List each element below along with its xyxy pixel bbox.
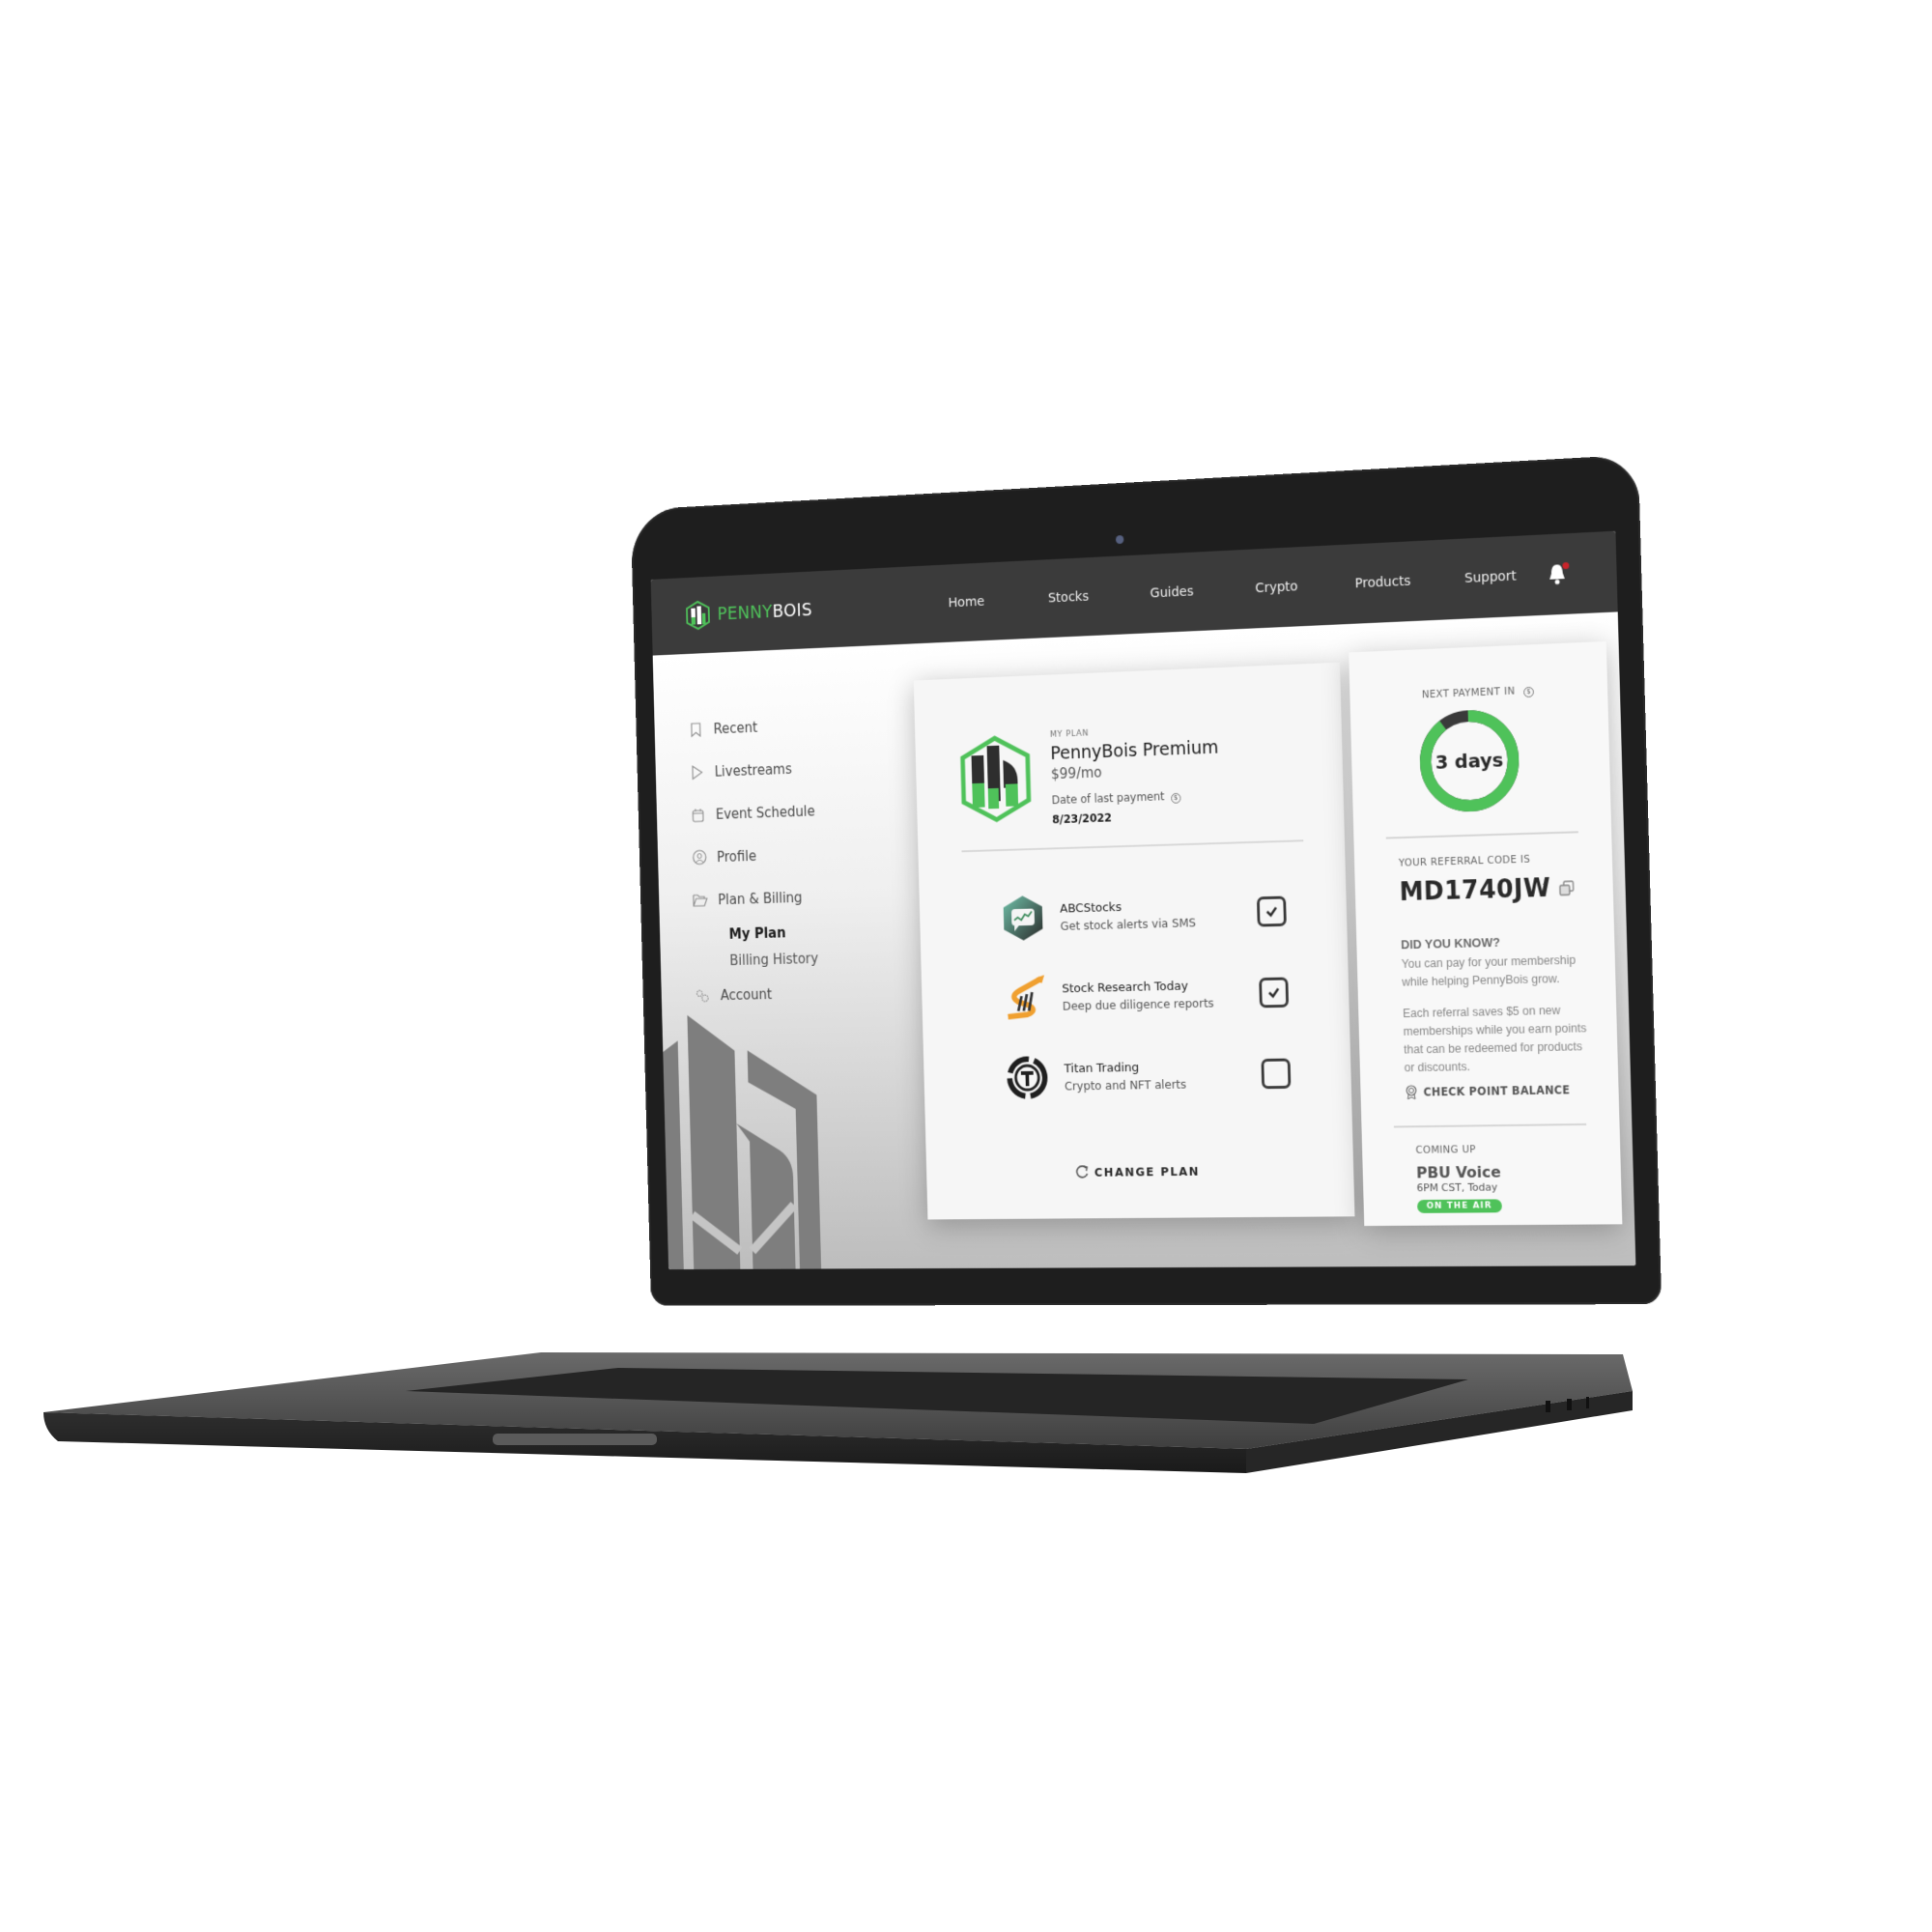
pennybois-plan-logo-icon xyxy=(958,731,1033,827)
addon-item-titan-trading: Titan Trading Crypto and NFT alerts xyxy=(1004,1033,1292,1118)
titan-trading-logo-icon xyxy=(1004,1053,1051,1102)
change-plan-button[interactable]: CHANGE PLAN xyxy=(926,1161,1353,1180)
last-payment-label: Date of last payment $ xyxy=(1052,788,1220,809)
main-content: Recent Livestreams Event Schedule Profil… xyxy=(652,611,1636,1270)
laptop-base xyxy=(43,1352,1633,1473)
folder-open-icon xyxy=(693,892,708,908)
divider xyxy=(1393,1122,1587,1128)
calendar-icon xyxy=(691,807,706,823)
referral-code-row: MD1740JW xyxy=(1399,873,1584,907)
copy-icon[interactable] xyxy=(1558,879,1576,896)
notification-badge xyxy=(1562,561,1570,570)
sidebar-item-label: Event Schedule xyxy=(715,802,815,823)
divider xyxy=(1385,831,1578,839)
brand-name-part1: PENNY xyxy=(717,601,773,625)
sidebar-item-label: Livestreams xyxy=(714,760,793,780)
sidebar-item-profile[interactable]: Profile xyxy=(691,830,879,879)
play-icon xyxy=(689,763,704,780)
sidebar-item-label: Account xyxy=(720,985,773,1004)
event-title: PBU Voice xyxy=(1415,1162,1501,1182)
event-time: 6PM CST, Today xyxy=(1416,1180,1498,1195)
addon-description: Get stock alerts via SMS xyxy=(1060,915,1197,933)
plan-price: $99/mo xyxy=(1050,763,1102,783)
nav-link-products[interactable]: Products xyxy=(1329,573,1436,593)
did-you-know-title: DID YOU KNOW? xyxy=(1400,934,1501,952)
brand-name-part2: BOIS xyxy=(772,599,813,622)
bookmark-icon xyxy=(688,721,703,738)
webcam xyxy=(1115,535,1124,545)
addon-list: ABCStocks Get stock alerts via SMS Stock… xyxy=(999,870,1292,1118)
addon-name: ABCStocks xyxy=(1059,899,1122,916)
addon-text: ABCStocks Get stock alerts via SMS xyxy=(1059,896,1258,933)
checkmark-icon xyxy=(1265,906,1278,918)
last-payment-date: 8/23/2022 xyxy=(1052,810,1113,827)
days-remaining: 3 days xyxy=(1435,748,1504,774)
next-payment-label: NEXT PAYMENT IN xyxy=(1421,685,1516,701)
sidebar-item-recent[interactable]: Recent xyxy=(688,700,876,751)
brand-logo[interactable]: PENNYBOIS xyxy=(685,593,856,631)
plan-divider xyxy=(961,839,1304,853)
addon-description: Crypto and NFT alerts xyxy=(1064,1076,1187,1093)
did-you-know-text-1: You can pay for your membership while he… xyxy=(1401,952,1577,989)
nav-link-crypto[interactable]: Crypto xyxy=(1224,578,1330,598)
referral-code: MD1740JW xyxy=(1399,873,1551,907)
check-point-balance-label: CHECK POINT BALANCE xyxy=(1423,1083,1571,1099)
addon-text: Titan Trading Crypto and NFT alerts xyxy=(1064,1059,1262,1093)
nav-link-guides[interactable]: Guides xyxy=(1120,582,1224,603)
did-you-know-text-2: Each referral saves $5 on new membership… xyxy=(1402,1003,1587,1075)
check-point-balance-link[interactable]: CHECK POINT BALANCE xyxy=(1405,1082,1590,1100)
addon-checkbox-titan-trading[interactable] xyxy=(1261,1058,1292,1090)
addon-description: Deep due diligence reports xyxy=(1062,995,1214,1013)
addon-text: Stock Research Today Deep due diligence … xyxy=(1062,978,1260,1012)
gears-icon xyxy=(695,987,710,1004)
sidebar-item-label: Recent xyxy=(713,719,758,737)
addon-checkbox-abcstocks[interactable] xyxy=(1256,895,1287,927)
next-payment-ring: 3 days xyxy=(1417,706,1522,815)
refresh-icon xyxy=(1075,1164,1090,1179)
abcstocks-logo-icon xyxy=(1003,895,1043,942)
nav-link-stocks[interactable]: Stocks xyxy=(1017,587,1121,607)
laptop-lid: PENNYBOIS Home Stocks Guides Crypto Prod… xyxy=(630,454,1662,1306)
sidebar-item-livestreams[interactable]: Livestreams xyxy=(689,744,877,794)
sidebar-item-plan-billing[interactable]: Plan & Billing xyxy=(692,873,880,922)
sidebar-item-event-schedule[interactable]: Event Schedule xyxy=(690,787,878,837)
checkmark-icon xyxy=(1267,986,1280,998)
pennybois-logo-icon xyxy=(685,600,711,630)
next-payment-header: NEXT PAYMENT IN $ xyxy=(1350,676,1607,705)
stock-research-today-logo-icon xyxy=(1002,974,1049,1023)
on-the-air-badge: ON THE AIR xyxy=(1416,1199,1502,1213)
my-plan-card: MY PLAN PennyBois Premium $99/mo Date of… xyxy=(913,662,1355,1220)
sidebar-item-label: Plan & Billing xyxy=(718,889,803,908)
award-icon xyxy=(1405,1085,1418,1100)
referral-section: YOUR REFERRAL CODE IS MD1740JW DID YOU K… xyxy=(1399,852,1591,1100)
nav-link-home[interactable]: Home xyxy=(916,592,1017,611)
app-window: PENNYBOIS Home Stocks Guides Crypto Prod… xyxy=(650,530,1636,1270)
account-summary-card: NEXT PAYMENT IN $ 3 days YOUR REFERRAL C… xyxy=(1349,640,1623,1227)
nav-links: Home Stocks Guides Crypto Products Suppo… xyxy=(916,567,1547,612)
addon-item-abcstocks: ABCStocks Get stock alerts via SMS xyxy=(999,870,1287,958)
addon-checkbox-stock-research-today[interactable] xyxy=(1259,977,1290,1009)
sidebar: Recent Livestreams Event Schedule Profil… xyxy=(688,700,884,1016)
background-logo-watermark xyxy=(663,1013,822,1270)
coming-up-label: COMING UP xyxy=(1415,1144,1476,1156)
notifications-button[interactable] xyxy=(1547,561,1570,586)
referral-label: YOUR REFERRAL CODE IS xyxy=(1398,853,1531,869)
addon-item-stock-research-today: Stock Research Today Deep due diligence … xyxy=(1001,952,1290,1038)
nav-link-support[interactable]: Support xyxy=(1436,567,1546,587)
addon-name: Titan Trading xyxy=(1064,1060,1140,1076)
plan-header: MY PLAN PennyBois Premium $99/mo Date of… xyxy=(958,724,1220,829)
dollar-info-icon[interactable]: $ xyxy=(1523,686,1535,698)
sidebar-item-label: Profile xyxy=(716,847,757,866)
coming-up-section: COMING UP PBU Voice 6PM CST, Today ON TH… xyxy=(1415,1144,1502,1213)
laptop-mockup: PENNYBOIS Home Stocks Guides Crypto Prod… xyxy=(0,0,1932,1932)
plan-info: MY PLAN PennyBois Premium $99/mo Date of… xyxy=(1050,724,1221,827)
user-circle-icon xyxy=(692,849,707,866)
change-plan-label: CHANGE PLAN xyxy=(1094,1163,1201,1179)
addon-name: Stock Research Today xyxy=(1062,979,1189,996)
sidebar-item-account[interactable]: Account xyxy=(695,970,883,1017)
last-payment-label-text: Date of last payment xyxy=(1051,789,1165,808)
dollar-info-icon[interactable]: $ xyxy=(1170,792,1181,804)
